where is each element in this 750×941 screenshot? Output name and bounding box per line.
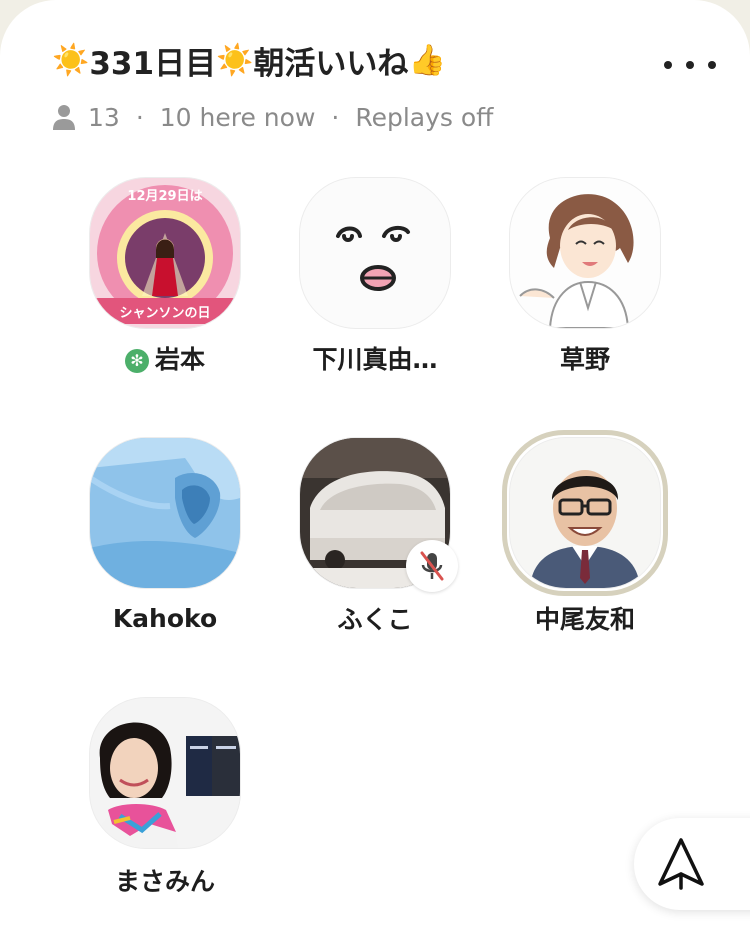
separator: · xyxy=(135,102,144,132)
blue-object-photo-icon xyxy=(90,438,240,588)
sun-emoji: ☀️ xyxy=(52,42,90,78)
avatar-caption-bottom: シャンソンの日 xyxy=(119,306,210,321)
person-icon xyxy=(53,105,75,130)
thumbs-up-emoji: 👍 xyxy=(408,42,446,78)
menu-dot xyxy=(708,61,716,69)
share-button[interactable] xyxy=(634,818,750,910)
title-text-day: 331日目 xyxy=(89,46,217,82)
speaker-name[interactable]: ✻ 岩本 xyxy=(55,340,275,376)
replays-text: Replays off xyxy=(355,102,494,132)
speaker-avatar[interactable] xyxy=(300,178,450,328)
speaker-name[interactable]: 下川真由… xyxy=(265,340,485,376)
speaker-avatar[interactable]: 12月29日は シャンソンの日 xyxy=(90,178,240,328)
speaker-avatar[interactable] xyxy=(510,178,660,328)
title-text-main: 朝活いいね xyxy=(253,46,409,82)
speaker-name-text: 岩本 xyxy=(154,345,205,374)
mute-indicator xyxy=(406,540,458,592)
chanson-day-icon: 12月29日は シャンソンの日 xyxy=(90,178,240,328)
speaker-avatar[interactable] xyxy=(90,438,240,588)
speaker-avatar[interactable] xyxy=(90,698,240,848)
mic-muted-icon xyxy=(420,551,444,581)
separator: · xyxy=(331,102,340,132)
here-now-text: 10 here now xyxy=(159,102,316,132)
room-sheet: ☀️ 331日目 ☀️ 朝活いいね 👍 13 · 10 here now · R… xyxy=(0,0,750,941)
sun-emoji: ☀️ xyxy=(216,42,254,78)
woman-portrait-photo-icon xyxy=(90,698,240,848)
speaker-name[interactable]: ふくこ xyxy=(265,600,485,636)
room-stats: 13 · 10 here now · Replays off xyxy=(52,100,493,134)
listener-count: 13 xyxy=(88,102,120,132)
face-doodle-icon xyxy=(300,178,450,328)
avatar-caption-top: 12月29日は xyxy=(127,189,202,204)
speaker-name[interactable]: Kahoko xyxy=(55,604,275,633)
speaker-name[interactable]: まさみん xyxy=(55,862,275,898)
man-portrait-photo-icon xyxy=(510,438,660,588)
more-menu-button[interactable] xyxy=(664,50,716,80)
moderator-badge-icon: ✻ xyxy=(124,349,149,373)
speaker-name[interactable]: 草野 xyxy=(475,340,695,376)
more-horizontal-icon xyxy=(664,61,672,69)
menu-dot xyxy=(686,61,694,69)
speaker-name[interactable]: 中尾友和 xyxy=(475,600,695,636)
illustrated-woman-icon xyxy=(510,178,660,328)
share-arrow-icon xyxy=(658,838,704,890)
speaker-avatar[interactable] xyxy=(510,438,660,588)
room-title: ☀️ 331日目 ☀️ 朝活いいね 👍 xyxy=(52,38,446,83)
